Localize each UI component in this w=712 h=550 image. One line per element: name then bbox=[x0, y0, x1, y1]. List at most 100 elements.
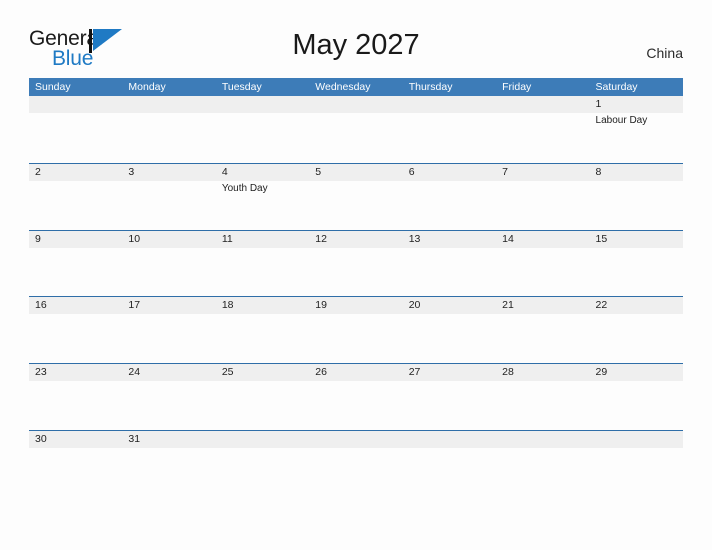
day-number bbox=[222, 96, 309, 113]
calendar-day-cell[interactable]: 9 bbox=[29, 231, 122, 298]
day-number: 3 bbox=[128, 165, 135, 178]
weekday-header-thursday: Thursday bbox=[408, 81, 453, 93]
day-number: 28 bbox=[502, 366, 514, 379]
day-number: 12 bbox=[315, 232, 327, 245]
calendar-day-cell[interactable] bbox=[496, 96, 589, 163]
calendar-week-row: 2 3 4 Youth Day 5 6 7 8 bbox=[29, 162, 683, 231]
day-event-label: Youth Day bbox=[221, 182, 268, 194]
calendar-day-cell[interactable] bbox=[29, 96, 122, 163]
day-number: 30 bbox=[35, 432, 47, 445]
calendar-day-cell[interactable]: 2 bbox=[29, 164, 122, 231]
calendar-day-cell[interactable]: 3 bbox=[122, 164, 215, 231]
calendar-day-cell[interactable]: 17 bbox=[122, 297, 215, 364]
day-number bbox=[409, 96, 496, 113]
day-number: 10 bbox=[128, 232, 141, 245]
calendar-week-row: 23 24 25 26 27 28 29 bbox=[29, 363, 683, 430]
calendar-day-cell[interactable]: 4 Youth Day bbox=[216, 164, 309, 231]
day-number: 20 bbox=[408, 299, 421, 312]
day-number: 14 bbox=[502, 232, 514, 245]
calendar-day-cell[interactable]: 7 bbox=[496, 164, 589, 231]
weekday-header-saturday: Saturday bbox=[595, 81, 638, 93]
calendar-day-cell[interactable]: 30 bbox=[29, 431, 122, 498]
day-number bbox=[502, 431, 589, 448]
calendar-page: General Blue May 2027 China Sunday Monda… bbox=[0, 0, 712, 550]
day-number: 15 bbox=[595, 232, 608, 245]
calendar-day-cell[interactable]: 1 Labour Day bbox=[590, 96, 683, 163]
calendar-day-cell[interactable]: 23 bbox=[29, 364, 122, 431]
calendar-day-cell[interactable] bbox=[309, 96, 402, 163]
calendar-week-row: 9 10 11 12 13 14 15 bbox=[29, 229, 683, 298]
calendar-day-cell[interactable] bbox=[403, 431, 496, 498]
calendar-day-cell[interactable]: 12 bbox=[309, 231, 402, 298]
day-number: 16 bbox=[35, 299, 47, 312]
day-number: 4 bbox=[221, 165, 228, 178]
calendar-day-cell[interactable]: 26 bbox=[309, 364, 402, 431]
calendar-day-cell[interactable] bbox=[403, 96, 496, 163]
day-number: 24 bbox=[128, 366, 141, 379]
day-number: 25 bbox=[221, 366, 234, 379]
calendar-day-cell[interactable] bbox=[122, 96, 215, 163]
calendar-day-cell[interactable]: 27 bbox=[403, 364, 496, 431]
weekday-header-tuesday: Tuesday bbox=[221, 81, 262, 93]
day-number: 18 bbox=[221, 299, 234, 312]
calendar-day-cell[interactable]: 15 bbox=[590, 231, 683, 298]
day-number: 1 bbox=[595, 98, 602, 110]
calendar-grid: Sunday Monday Tuesday Wednesday Thursday… bbox=[29, 78, 683, 497]
calendar-day-cell[interactable]: 31 bbox=[122, 431, 215, 498]
day-number bbox=[128, 96, 215, 113]
calendar-day-cell[interactable]: 21 bbox=[496, 297, 589, 364]
calendar-day-cell[interactable]: 13 bbox=[403, 231, 496, 298]
calendar-day-cell[interactable]: 22 bbox=[590, 297, 683, 364]
calendar-day-cell[interactable]: 6 bbox=[403, 164, 496, 231]
calendar-day-cell[interactable]: 5 bbox=[309, 164, 402, 231]
week-cells: 1 Labour Day bbox=[29, 96, 683, 163]
calendar-day-cell[interactable]: 24 bbox=[122, 364, 215, 431]
calendar-day-cell[interactable]: 19 bbox=[309, 297, 402, 364]
day-number: 26 bbox=[315, 366, 327, 379]
day-number bbox=[315, 96, 402, 113]
weekday-header-sunday: Sunday bbox=[35, 81, 71, 93]
day-number bbox=[502, 96, 589, 113]
calendar-day-cell[interactable] bbox=[216, 431, 309, 498]
calendar-day-cell[interactable] bbox=[590, 431, 683, 498]
day-number bbox=[222, 431, 309, 448]
day-number: 31 bbox=[128, 432, 141, 445]
day-number: 27 bbox=[408, 366, 421, 379]
calendar-week-row: 16 17 18 19 20 21 22 bbox=[29, 296, 683, 364]
calendar-weeks: 1 Labour Day 2 3 4 Youth Day 5 6 7 8 9 10 11 12 13 14 15… bbox=[29, 96, 683, 497]
week-cells: 23 24 25 26 27 28 29 bbox=[29, 364, 683, 431]
weekday-header-friday: Friday bbox=[502, 81, 532, 93]
day-number: 2 bbox=[35, 165, 41, 178]
calendar-day-cell[interactable]: 14 bbox=[496, 231, 589, 298]
weekday-header-monday: Monday bbox=[128, 81, 166, 93]
calendar-day-cell[interactable]: 25 bbox=[216, 364, 309, 431]
calendar-week-row: 1 Labour Day bbox=[29, 96, 683, 163]
day-number bbox=[315, 431, 402, 448]
day-number bbox=[409, 431, 496, 448]
day-number: 22 bbox=[595, 299, 608, 312]
calendar-week-row: 30 31 bbox=[29, 429, 683, 498]
day-number bbox=[35, 96, 122, 113]
calendar-day-cell[interactable] bbox=[309, 431, 402, 498]
day-number: 7 bbox=[502, 165, 508, 178]
day-number: 11 bbox=[221, 232, 233, 245]
calendar-day-cell[interactable]: 8 bbox=[590, 164, 683, 231]
calendar-day-cell[interactable]: 16 bbox=[29, 297, 122, 364]
calendar-day-cell[interactable] bbox=[496, 431, 589, 498]
calendar-day-cell[interactable]: 28 bbox=[496, 364, 589, 431]
calendar-day-cell[interactable]: 18 bbox=[216, 297, 309, 364]
day-number: 5 bbox=[315, 165, 322, 178]
weekday-header-row: Sunday Monday Tuesday Wednesday Thursday… bbox=[29, 78, 683, 96]
calendar-day-cell[interactable]: 10 bbox=[122, 231, 215, 298]
week-cells: 30 31 bbox=[29, 431, 683, 498]
page-title: May 2027 bbox=[292, 29, 420, 61]
calendar-day-cell[interactable] bbox=[216, 96, 309, 163]
day-number: 19 bbox=[315, 299, 327, 312]
page-header: General Blue May 2027 China bbox=[0, 0, 712, 76]
calendar-day-cell[interactable]: 11 bbox=[216, 231, 309, 298]
calendar-day-cell[interactable]: 29 bbox=[590, 364, 683, 431]
week-cells: 9 10 11 12 13 14 15 bbox=[29, 231, 683, 298]
day-number: 13 bbox=[408, 232, 421, 245]
calendar-day-cell[interactable]: 20 bbox=[403, 297, 496, 364]
day-number: 29 bbox=[595, 366, 608, 379]
